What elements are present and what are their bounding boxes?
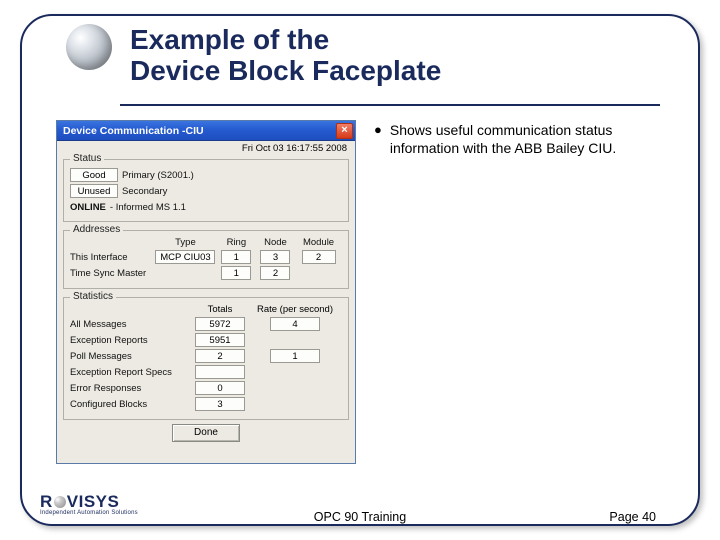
- title-rule: [120, 104, 660, 106]
- stats-row-poll-messages: Poll Messages 2 1: [70, 349, 342, 363]
- done-button[interactable]: Done: [172, 424, 240, 442]
- sphere-icon: [66, 24, 112, 70]
- online-desc: - Informed MS 1.1: [110, 202, 186, 213]
- online-label: ONLINE: [70, 202, 106, 213]
- stats-row3-label: Exception Report Specs: [70, 367, 190, 378]
- addresses-group-label: Addresses: [70, 224, 123, 235]
- slide-title: Example of the Device Block Faceplate: [130, 24, 441, 87]
- stats-row0-rate: 4: [270, 317, 320, 331]
- faceplate-window: Device Communication - CIU × Fri Oct 03 …: [56, 120, 356, 464]
- footer-center: OPC 90 Training: [314, 510, 406, 524]
- close-button[interactable]: ×: [336, 123, 353, 139]
- stats-row-exception-report-specs: Exception Report Specs: [70, 365, 342, 379]
- addr-head-ring: Ring: [217, 237, 256, 248]
- stats-row-exception-reports: Exception Reports 5951: [70, 333, 342, 347]
- addr-row2-label: Time Sync Master: [70, 268, 154, 279]
- content-area: Device Communication - CIU × Fri Oct 03 …: [56, 120, 676, 470]
- addr-row2-node: 2: [260, 266, 290, 280]
- stats-row5-label: Configured Blocks: [70, 399, 190, 410]
- bullet-text: Shows useful communication status inform…: [390, 122, 676, 158]
- stats-row2-rate: 1: [270, 349, 320, 363]
- close-icon: ×: [341, 125, 347, 136]
- addresses-group: Addresses Type Ring Node Module This Int…: [63, 230, 349, 289]
- addr-row-this-interface: This Interface MCP CIU03 1 3 2: [70, 250, 342, 264]
- window-title-name: CIU: [186, 125, 204, 137]
- primary-label: Primary (S2001.): [122, 170, 194, 181]
- addr-row1-node: 3: [260, 250, 290, 264]
- addr-row1-ring: 1: [221, 250, 251, 264]
- window-title-prefix: Device Communication -: [63, 125, 186, 137]
- addr-row1-label: This Interface: [70, 252, 154, 263]
- addr-head-module: Module: [295, 237, 342, 248]
- stats-row3-total: [195, 365, 245, 379]
- statistics-group: Statistics Totals Rate (per second) All …: [63, 297, 349, 420]
- logo-text: RVISYS: [40, 492, 138, 512]
- slide: Example of the Device Block Faceplate De…: [0, 0, 720, 540]
- logo-subtitle: Independent Automation Solutions: [40, 510, 138, 516]
- logo: RVISYS Independent Automation Solutions: [40, 492, 138, 516]
- stats-row2-total: 2: [195, 349, 245, 363]
- secondary-state-field: Unused: [70, 184, 118, 198]
- addr-row1-module: 2: [302, 250, 336, 264]
- footer-right: Page 40: [609, 510, 656, 524]
- status-group: Status Good Primary (S2001.) Unused Seco…: [63, 159, 349, 222]
- stats-row-all-messages: All Messages 5972 4: [70, 317, 342, 331]
- stats-row-error-responses: Error Responses 0: [70, 381, 342, 395]
- addr-head-node: Node: [256, 237, 295, 248]
- stats-row0-label: All Messages: [70, 319, 190, 330]
- stats-row1-label: Exception Reports: [70, 335, 190, 346]
- primary-state-field: Good: [70, 168, 118, 182]
- stats-row1-total: 5951: [195, 333, 245, 347]
- bullet-list: ● Shows useful communication status info…: [374, 122, 676, 470]
- window-body: Fri Oct 03 16:17:55 2008 Status Good Pri…: [57, 141, 355, 463]
- slide-header: Example of the Device Block Faceplate: [66, 24, 441, 87]
- secondary-label: Secondary: [122, 186, 167, 197]
- addr-row-time-sync: Time Sync Master 1 2: [70, 266, 342, 280]
- window-titlebar[interactable]: Device Communication - CIU ×: [57, 121, 355, 141]
- stats-row5-total: 3: [195, 397, 245, 411]
- stats-row0-total: 5972: [195, 317, 245, 331]
- addr-head-type: Type: [154, 237, 217, 248]
- stats-head-rate: Rate (per second): [250, 304, 340, 315]
- statistics-group-label: Statistics: [70, 291, 116, 302]
- stats-head-totals: Totals: [190, 304, 250, 315]
- stats-row-configured-blocks: Configured Blocks 3: [70, 397, 342, 411]
- logo-dot-icon: [54, 496, 66, 508]
- stats-row2-label: Poll Messages: [70, 351, 190, 362]
- addr-row1-type: MCP CIU03: [155, 250, 215, 264]
- stats-row4-label: Error Responses: [70, 383, 190, 394]
- bullet-icon: ●: [374, 122, 382, 158]
- status-group-label: Status: [70, 153, 104, 164]
- stats-row4-total: 0: [195, 381, 245, 395]
- timestamp-label: Fri Oct 03 16:17:55 2008: [242, 143, 347, 154]
- addr-row2-ring: 1: [221, 266, 251, 280]
- bullet-item: ● Shows useful communication status info…: [374, 122, 676, 158]
